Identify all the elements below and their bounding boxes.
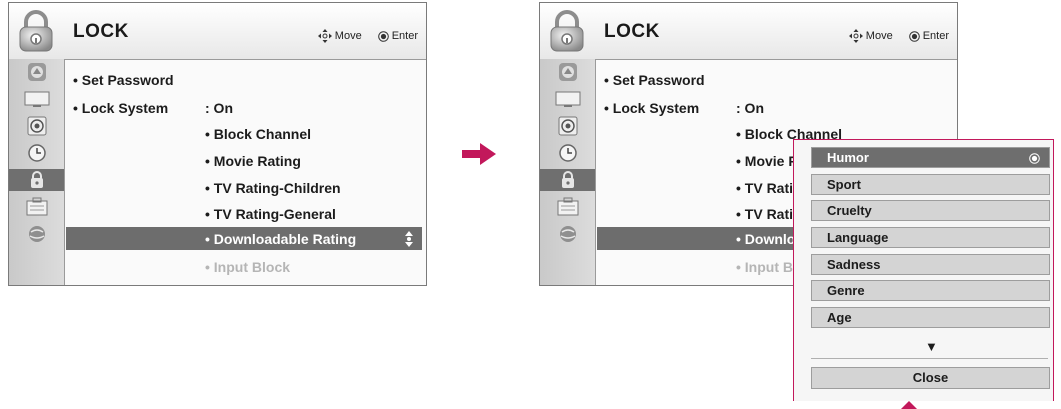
- menu-item-tv-rating-general[interactable]: • TV Rati: [736, 206, 793, 222]
- enter-button-icon: [908, 30, 920, 42]
- menu-item-input-block[interactable]: • Input Block: [205, 259, 290, 275]
- menu-item-downloadable-rating[interactable]: • Downlo: [736, 231, 795, 247]
- pointer-arrow-icon: [901, 401, 917, 409]
- sidebar-item-option[interactable]: [16, 196, 58, 218]
- popup-option-genre[interactable]: Genre: [811, 280, 1050, 301]
- downloadable-rating-popup: Humor Sport Cruelty Language Sadness Gen…: [793, 139, 1054, 401]
- lock-system-value: : On: [205, 100, 233, 116]
- screen-icon: [24, 91, 50, 107]
- menu-item-tv-rating-children[interactable]: • TV Rati: [736, 180, 793, 196]
- scroll-down-icon[interactable]: ▼: [925, 339, 938, 354]
- picture-icon: [28, 63, 46, 81]
- sidebar-item-network[interactable]: [547, 223, 589, 245]
- lock-menu-panel: LOCK Move Enter • Set Password • Lock Sy…: [8, 2, 427, 286]
- category-sidebar: [9, 59, 65, 285]
- sidebar-item-lock[interactable]: [540, 169, 595, 191]
- menu-item-input-block[interactable]: • Input B: [736, 259, 793, 275]
- sidebar-item-network[interactable]: [16, 223, 58, 245]
- sidebar-item-screen[interactable]: [16, 88, 58, 110]
- move-hint: Move: [865, 30, 893, 42]
- picture-icon: [559, 63, 577, 81]
- globe-icon: [29, 226, 45, 242]
- menu-title: LOCK: [73, 21, 129, 42]
- sidebar-item-lock[interactable]: [9, 169, 64, 191]
- sidebar-item-audio[interactable]: [16, 115, 58, 137]
- move-hint: Move: [334, 30, 362, 42]
- menu-item-tv-rating-children[interactable]: • TV Rating-Children: [205, 180, 341, 196]
- popup-option-sport[interactable]: Sport: [811, 174, 1050, 195]
- clock-icon: [559, 144, 577, 162]
- sidebar-item-screen[interactable]: [547, 88, 589, 110]
- popup-option-humor[interactable]: Humor: [811, 147, 1050, 168]
- audio-icon: [27, 116, 47, 136]
- menu-item-set-password[interactable]: • Set Password: [73, 72, 174, 88]
- up-down-arrows-icon: [405, 231, 413, 247]
- move-arrows-icon: [317, 29, 332, 43]
- selected-radio-icon: [1029, 153, 1040, 164]
- control-hint: Move Enter: [317, 29, 418, 43]
- menu-header: LOCK Move Enter: [540, 3, 957, 60]
- enter-hint: Enter: [922, 30, 949, 42]
- audio-icon: [558, 116, 578, 136]
- lock-icon: [561, 171, 574, 188]
- option-icon: [557, 197, 579, 216]
- menu-content: • Set Password • Lock System : On • Bloc…: [64, 59, 426, 285]
- enter-button-icon: [377, 30, 389, 42]
- menu-item-block-channel[interactable]: • Block Channel: [205, 126, 311, 142]
- menu-header: LOCK Move Enter: [9, 3, 426, 60]
- lock-system-value: : On: [736, 100, 764, 116]
- menu-item-movie-rating[interactable]: • Movie Rating: [205, 153, 301, 169]
- transition-arrow-icon: [462, 143, 496, 165]
- popup-option-label: Humor: [827, 150, 869, 165]
- sidebar-item-option[interactable]: [547, 196, 589, 218]
- option-icon: [26, 197, 48, 216]
- lock-icon: [550, 10, 584, 52]
- move-arrows-icon: [848, 29, 863, 43]
- lock-icon: [30, 171, 43, 188]
- sidebar-item-picture[interactable]: [547, 61, 589, 83]
- sidebar-item-audio[interactable]: [547, 115, 589, 137]
- category-sidebar: [540, 59, 596, 285]
- screen-icon: [555, 91, 581, 107]
- enter-hint: Enter: [391, 30, 418, 42]
- popup-option-sadness[interactable]: Sadness: [811, 254, 1050, 275]
- globe-icon: [560, 226, 576, 242]
- popup-option-language[interactable]: Language: [811, 227, 1050, 248]
- control-hint: Move Enter: [848, 29, 949, 43]
- sidebar-item-time[interactable]: [547, 142, 589, 164]
- close-button[interactable]: Close: [811, 367, 1050, 389]
- sidebar-item-picture[interactable]: [16, 61, 58, 83]
- lock-icon: [19, 10, 53, 52]
- menu-item-set-password[interactable]: • Set Password: [604, 72, 705, 88]
- menu-item-lock-system[interactable]: • Lock System: [73, 100, 168, 116]
- popup-divider: [811, 358, 1048, 359]
- menu-item-tv-rating-general[interactable]: • TV Rating-General: [205, 206, 336, 222]
- menu-item-movie-rating[interactable]: • Movie R: [736, 153, 798, 169]
- popup-option-age[interactable]: Age: [811, 307, 1050, 328]
- menu-item-lock-system[interactable]: • Lock System: [604, 100, 699, 116]
- sidebar-item-time[interactable]: [16, 142, 58, 164]
- popup-option-cruelty[interactable]: Cruelty: [811, 200, 1050, 221]
- menu-item-downloadable-rating[interactable]: • Downloadable Rating: [205, 231, 356, 247]
- menu-title: LOCK: [604, 21, 660, 42]
- clock-icon: [28, 144, 46, 162]
